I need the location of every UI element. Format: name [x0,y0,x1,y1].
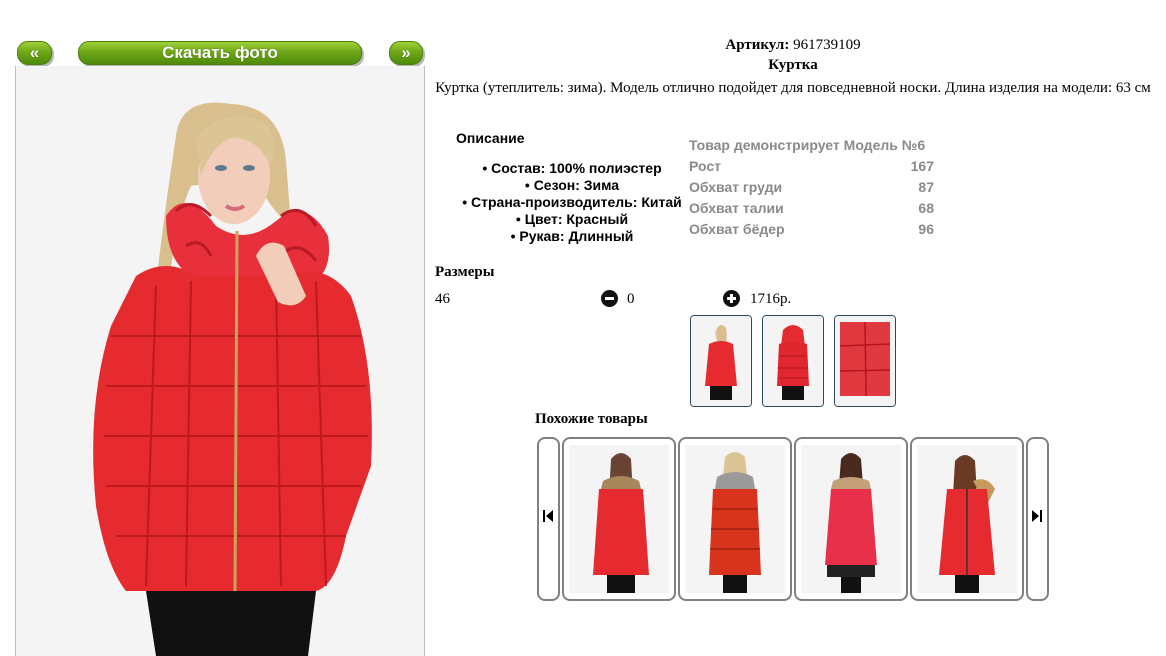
price-value: 1716р. [750,291,792,307]
details-item: Страна-производитель: Китай [452,194,692,211]
measurement-value: 96 [918,221,934,237]
sku-label: Артикул: [725,37,790,53]
details-item: Сезон: Зима [452,177,692,194]
sizes-heading: Размеры [435,264,495,280]
quantity-value: 0 [627,291,635,307]
skip-forward-icon [1031,509,1043,523]
measurement-label: Обхват груди [689,179,783,195]
measurement-value: 68 [918,200,934,216]
model-heading: Товар демонстрирует Модель №6 [689,135,934,156]
product-description: Куртка (утеплитель: зима). Модель отличн… [435,80,1151,96]
model-heading-text: Товар демонстрирует Модель №6 [689,137,926,153]
plus-circle-icon[interactable] [723,290,740,307]
similar-product-card[interactable] [562,437,676,601]
measurement-row: Обхват талии 68 [689,198,934,219]
sku-value: 961739109 [793,37,861,53]
carousel-prev-button[interactable] [537,437,560,601]
details-heading: Описание [456,130,525,146]
measurement-label: Рост [689,158,721,174]
details-item: Рукав: Длинный [452,228,692,245]
size-value: 46 [435,291,450,307]
sku-line: Артикул: 961739109 [432,37,1154,54]
thumbnail-back[interactable] [762,315,824,407]
similar-product-card[interactable] [794,437,908,601]
similar-product-card[interactable] [678,437,792,601]
model-measurements: Товар демонстрирует Модель №6 Рост 167 О… [689,135,934,240]
measurement-value: 167 [910,158,934,174]
main-product-photo [15,66,425,656]
details-item: Состав: 100% полиэстер [452,160,692,177]
measurement-row: Обхват груди 87 [689,177,934,198]
next-photo-button[interactable]: » [389,41,423,65]
measurement-value: 87 [918,179,934,195]
similar-products-heading: Похожие товары [535,411,648,427]
prev-photo-button[interactable]: « [17,41,52,65]
download-photo-button[interactable]: Скачать фото [78,41,362,65]
similar-product-card[interactable] [910,437,1024,601]
measurement-label: Обхват бёдер [689,221,785,237]
measurement-row: Обхват бёдер 96 [689,219,934,240]
minus-circle-icon[interactable] [601,290,618,307]
details-item: Цвет: Красный [452,211,692,228]
skip-back-icon [542,509,554,523]
product-title: Куртка [768,57,818,73]
carousel-next-button[interactable] [1026,437,1049,601]
thumbnail-fabric-detail[interactable] [834,315,896,407]
details-list: Состав: 100% полиэстер Сезон: Зима Стран… [452,160,692,245]
measurement-row: Рост 167 [689,156,934,177]
measurement-label: Обхват талии [689,200,784,216]
thumbnail-front[interactable] [690,315,752,407]
